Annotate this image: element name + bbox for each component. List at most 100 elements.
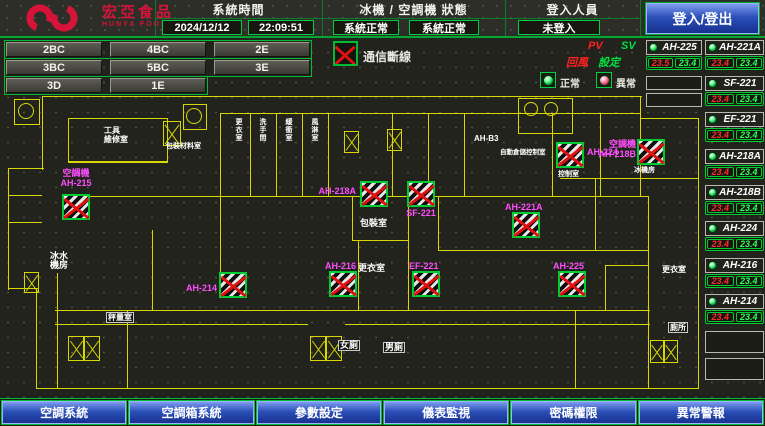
equipment-label: SF-221 bbox=[402, 208, 440, 218]
damper-x-icon bbox=[650, 340, 664, 363]
nav-button-instrument-monitor[interactable]: 儀表監視 bbox=[384, 401, 508, 424]
nav-button-password-permission[interactable]: 密碼權限 bbox=[511, 401, 635, 424]
ahu-status-icon-ah-218b[interactable] bbox=[637, 139, 665, 165]
login-logout-button[interactable]: 登入/登出 bbox=[646, 3, 759, 34]
green-led-icon bbox=[543, 75, 554, 86]
legend-normal-label: 正常 bbox=[560, 75, 580, 90]
equipment-label: EF-221 bbox=[409, 261, 439, 271]
pv-value: 23.4 bbox=[707, 312, 734, 322]
green-led-icon bbox=[708, 297, 717, 306]
equipment-label: AH-225 bbox=[553, 261, 584, 271]
unit-name: AH-225 bbox=[660, 42, 699, 53]
wall-line bbox=[220, 113, 221, 196]
unit-values: 23.4 23.4 bbox=[705, 237, 764, 251]
wall-line bbox=[55, 324, 308, 325]
wall-line bbox=[352, 240, 408, 241]
ahu-status-icon-ah-225[interactable] bbox=[558, 271, 586, 297]
zone-button-3bc[interactable]: 3BC bbox=[6, 60, 102, 75]
damper-x-icon bbox=[310, 336, 326, 361]
wall-line bbox=[438, 196, 439, 250]
sv-label: SV bbox=[621, 40, 636, 52]
ahu-status-icon-ah-215[interactable] bbox=[62, 194, 90, 220]
damper-x-icon bbox=[84, 336, 100, 361]
unit-ah-218b[interactable]: AH-218B bbox=[705, 185, 764, 200]
green-led-icon bbox=[708, 188, 717, 197]
unit-ah-214[interactable]: AH-214 bbox=[705, 294, 764, 309]
wall-line bbox=[464, 113, 465, 196]
unit-ah-224[interactable]: AH-224 bbox=[705, 221, 764, 236]
header: 宏亞食品 HUNYA FOODS 系統時間 冰機 / 空調機 狀態 登入人員 2… bbox=[0, 0, 765, 38]
ahu-status-icon-ah-216[interactable] bbox=[329, 271, 357, 297]
nav-button-ac-system[interactable]: 空調系統 bbox=[2, 401, 126, 424]
zone-button-3e[interactable]: 3E bbox=[214, 60, 310, 75]
unit-values: 23.5 23.4 bbox=[646, 56, 702, 70]
unit-ah-216[interactable]: AH-216 bbox=[705, 258, 764, 273]
sv-value: 23.4 bbox=[675, 58, 700, 68]
empty-unit-slot bbox=[705, 358, 764, 380]
unit-sf-221[interactable]: SF-221 bbox=[705, 76, 764, 91]
room-label: 更衣室 bbox=[662, 265, 686, 274]
empty-unit-slot bbox=[646, 93, 702, 107]
room-label-line: 機房 bbox=[50, 261, 68, 270]
wall-line bbox=[68, 162, 168, 163]
zone-button-4bc[interactable]: 4BC bbox=[110, 42, 206, 57]
nav-button-ahu-system[interactable]: 空調箱系統 bbox=[129, 401, 253, 424]
unit-name: EF-221 bbox=[719, 114, 761, 125]
wall-line bbox=[8, 168, 44, 169]
unit-ef-221[interactable]: EF-221 bbox=[705, 112, 764, 127]
wall-line bbox=[42, 96, 43, 170]
unit-values: 23.4 23.4 bbox=[705, 274, 764, 288]
legend-normal-led bbox=[540, 72, 556, 88]
sv-value: 23.4 bbox=[736, 130, 763, 140]
red-led-icon bbox=[599, 75, 610, 86]
ahu-status-icon-ah-224[interactable] bbox=[556, 142, 584, 168]
unit-name: AH-216 bbox=[719, 260, 761, 271]
wall-line bbox=[152, 230, 153, 310]
sv-value: 23.4 bbox=[736, 58, 763, 68]
unit-ah-218a[interactable]: AH-218A bbox=[705, 149, 764, 164]
nav-button-abnormal-alarm[interactable]: 異常警報 bbox=[639, 401, 763, 424]
pv-value: 23.4 bbox=[707, 58, 734, 68]
green-led-icon bbox=[649, 43, 658, 52]
ahu-status-icon-ah-218a[interactable] bbox=[360, 181, 388, 207]
wall-line bbox=[8, 195, 42, 196]
pv-desc-label: 回風 bbox=[566, 54, 588, 70]
zone-button-2e[interactable]: 2E bbox=[214, 42, 310, 57]
zone-button-2bc[interactable]: 2BC bbox=[6, 42, 102, 57]
zone-button-5bc[interactable]: 5BC bbox=[110, 60, 206, 75]
sv-value: 23.4 bbox=[736, 94, 763, 104]
wall-line bbox=[220, 196, 221, 274]
wall-line bbox=[250, 113, 251, 196]
wall-line bbox=[640, 118, 698, 119]
damper-x-icon bbox=[24, 272, 39, 293]
room-label: 自動倉儲控制室 bbox=[500, 148, 546, 157]
wall-line bbox=[276, 113, 277, 196]
pv-value: 23.4 bbox=[707, 94, 734, 104]
nav-button-parameter-settings[interactable]: 參數設定 bbox=[257, 401, 381, 424]
zone-button-3d[interactable]: 3D bbox=[6, 78, 102, 93]
room-label: 女廁 bbox=[338, 340, 360, 351]
ahu-status-icon-ah-221a[interactable] bbox=[512, 212, 540, 238]
hmi-screen: 宏亞食品 HUNYA FOODS 系統時間 冰機 / 空調機 狀態 登入人員 2… bbox=[0, 0, 765, 426]
wall-line bbox=[392, 113, 393, 196]
sv-value: 23.4 bbox=[736, 167, 763, 177]
wall-line bbox=[560, 178, 698, 179]
wall-line bbox=[302, 113, 303, 196]
wall-line bbox=[575, 310, 576, 388]
damper-x-icon bbox=[344, 131, 359, 153]
wall-line bbox=[640, 96, 641, 120]
pv-value: 23.4 bbox=[707, 276, 734, 286]
ahu-status-icon-sf-221[interactable] bbox=[407, 181, 435, 207]
unit-ah-225[interactable]: AH-225 bbox=[646, 40, 702, 55]
ahu-status-icon-ef-221[interactable] bbox=[412, 271, 440, 297]
zone-button-1e[interactable]: 1E bbox=[110, 78, 206, 93]
sv-value: 23.4 bbox=[736, 239, 763, 249]
unit-values: 23.4 23.4 bbox=[705, 201, 764, 215]
wall-line bbox=[648, 196, 649, 388]
stair-icon bbox=[186, 108, 202, 124]
equipment-label-prefix: 空調機 bbox=[48, 168, 104, 178]
wall-line bbox=[352, 196, 353, 240]
unit-ah-221a[interactable]: AH-221A bbox=[705, 40, 764, 55]
login-status-value: 未登入 bbox=[518, 20, 600, 35]
ahu-status-icon-ah-214[interactable] bbox=[219, 272, 247, 298]
